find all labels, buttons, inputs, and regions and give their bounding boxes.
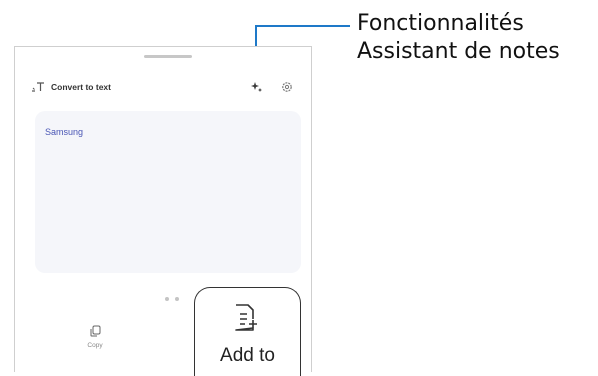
callout-line-2: Assistant de notes: [357, 39, 560, 64]
settings-icon[interactable]: [281, 81, 293, 93]
panel-header: Convert to text: [31, 77, 299, 97]
panel-title: Convert to text: [51, 82, 111, 92]
page-dot: [165, 297, 169, 301]
ai-sparkle-icon[interactable]: [251, 81, 263, 93]
page-dot: [175, 297, 179, 301]
converted-text-area[interactable]: Samsung: [35, 111, 301, 273]
add-to-button[interactable]: Add to: [194, 287, 301, 376]
text-convert-icon: [32, 82, 44, 92]
copy-icon: [90, 325, 100, 337]
converted-text: Samsung: [45, 127, 84, 137]
add-note-icon: [235, 304, 257, 331]
add-to-label: Add to: [220, 345, 275, 366]
copy-button[interactable]: Copy: [75, 325, 115, 349]
drag-handle[interactable]: [144, 55, 192, 58]
copy-label: Copy: [87, 342, 103, 349]
callout-line-1: Fonctionnalités: [357, 11, 524, 36]
page-indicator: [165, 297, 179, 301]
callout-label: Fonctionnalités Assistant de notes: [357, 10, 560, 66]
